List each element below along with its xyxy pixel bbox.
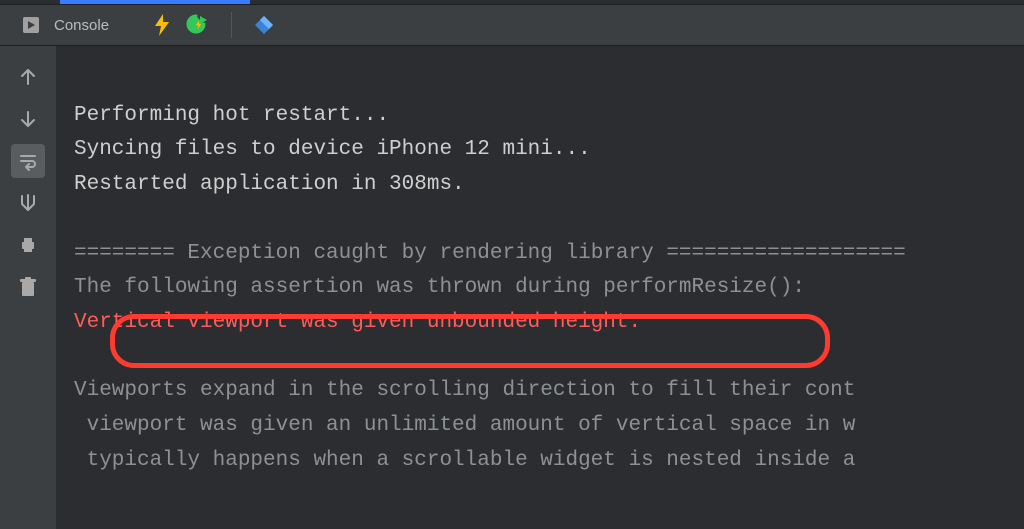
- explain-line: typically happens when a scrollable widg…: [74, 449, 855, 472]
- dart-devtools-icon[interactable]: [254, 15, 274, 35]
- exception-rule: ===================: [666, 242, 905, 265]
- scroll-to-end-icon[interactable]: [11, 186, 45, 220]
- blank-line: [74, 203, 1024, 237]
- explain-line: viewport was given an unlimited amount o…: [74, 414, 855, 437]
- toolbar-separator: [231, 12, 232, 38]
- console-toolbar: Console: [0, 4, 1024, 46]
- flutter-hot-reload-icon[interactable]: [153, 14, 171, 36]
- soft-wrap-icon[interactable]: [11, 144, 45, 178]
- up-stack-icon[interactable]: [11, 60, 45, 94]
- console-output[interactable]: Performing hot restart... Syncing files …: [56, 46, 1024, 529]
- log-line: Performing hot restart...: [74, 104, 389, 127]
- blank-line: [74, 340, 1024, 374]
- explain-line: Viewports expand in the scrolling direct…: [74, 379, 855, 402]
- exception-title: Exception caught by rendering library: [175, 242, 666, 265]
- console-tab-label[interactable]: Console: [54, 17, 109, 34]
- console-gutter: [0, 46, 56, 529]
- log-line: Syncing files to device iPhone 12 mini..…: [74, 138, 591, 161]
- assertion-line: The following assertion was thrown durin…: [74, 276, 805, 299]
- exception-rule: ========: [74, 242, 175, 265]
- active-tab-indicator: [0, 0, 1024, 4]
- down-stack-icon[interactable]: [11, 102, 45, 136]
- log-line: Restarted application in 308ms.: [74, 173, 465, 196]
- clear-all-icon[interactable]: [11, 270, 45, 304]
- print-icon[interactable]: [11, 228, 45, 262]
- flutter-hot-restart-icon[interactable]: [185, 14, 209, 36]
- error-line: Vertical viewport was given unbounded he…: [74, 311, 641, 334]
- console-tab-icon[interactable]: [22, 16, 40, 34]
